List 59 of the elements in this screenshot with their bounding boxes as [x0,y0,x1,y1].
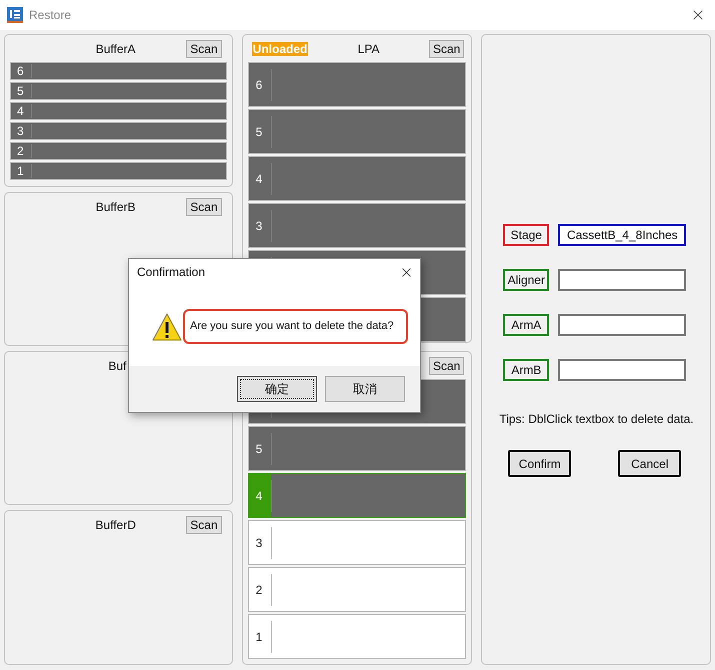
scan-button[interactable]: Scan [186,516,222,534]
location-field[interactable] [558,359,686,381]
window-title: Restore [29,7,72,24]
slot-row[interactable]: 4 [248,473,466,518]
warning-icon [152,312,182,340]
location-field[interactable] [558,314,686,336]
slot-row[interactable]: 1 [248,614,466,659]
scan-button[interactable]: Scan [428,40,464,58]
slot-number: 4 [254,490,262,502]
slot-row[interactable]: 6 [248,62,466,107]
dialog-button[interactable]: 确定 [237,376,317,402]
slot-number: 2 [16,145,25,157]
slot-row[interactable]: 4 [248,156,466,201]
slot-number: 1 [254,630,262,642]
slot-row[interactable]: 3 [10,122,227,140]
dialog-action-button[interactable]: Confirm [508,450,572,477]
slot-row[interactable]: 5 [10,82,227,100]
tips-text: Tips: DblClick textbox to delete data. [499,411,695,428]
buffer-title: BufferD [95,516,136,534]
lpa-title: LPA [358,40,380,58]
slot-row[interactable]: 3 [248,520,466,565]
scan-button[interactable]: Scan [186,198,222,216]
location-field[interactable]: CassettB_4_8Inches [558,224,686,246]
slot-number: 3 [254,220,262,232]
app-icon [7,7,23,23]
location-label: Aligner [503,269,550,291]
slot-number: 2 [254,584,262,596]
dialog-title: Confirmation [137,264,206,281]
slot-number: 4 [16,105,25,117]
location-field[interactable] [558,269,686,291]
slot-row[interactable]: 4 [10,102,227,120]
slot-number: 5 [254,126,262,138]
scan-button[interactable]: Scan [428,356,464,374]
slot-row[interactable]: 1 [10,162,227,180]
slot-number: 6 [254,78,262,90]
dialog-button[interactable]: 取消 [325,376,405,402]
slot-row[interactable]: 3 [248,203,466,248]
dialog-action-button[interactable]: Cancel [618,450,682,477]
slot-number: 4 [254,172,262,184]
slot-row[interactable]: 5 [248,109,466,154]
location-label: ArmA [503,314,550,336]
location-label: ArmB [503,359,550,381]
buffer-title: BufferB [96,198,136,216]
status-badge: Unloaded [252,42,308,56]
slot-number: 5 [16,85,25,97]
buffer-title: BufferA [96,40,136,58]
slot-number: 3 [254,536,262,548]
slot-row[interactable]: 5 [248,426,466,471]
slot-row[interactable]: 2 [10,142,227,160]
slot-row[interactable]: 2 [248,567,466,612]
dialog-message: Are you sure you want to delete the data? [183,309,408,344]
slot-number: 5 [254,442,262,454]
slot-number: 6 [16,65,25,77]
slot-row[interactable]: 6 [10,62,227,80]
slot-number: 3 [16,125,25,137]
slot-number: 1 [16,165,25,177]
location-label: Stage [503,224,550,246]
buffer-title: Buf [108,358,126,374]
scan-button[interactable]: Scan [186,40,222,58]
